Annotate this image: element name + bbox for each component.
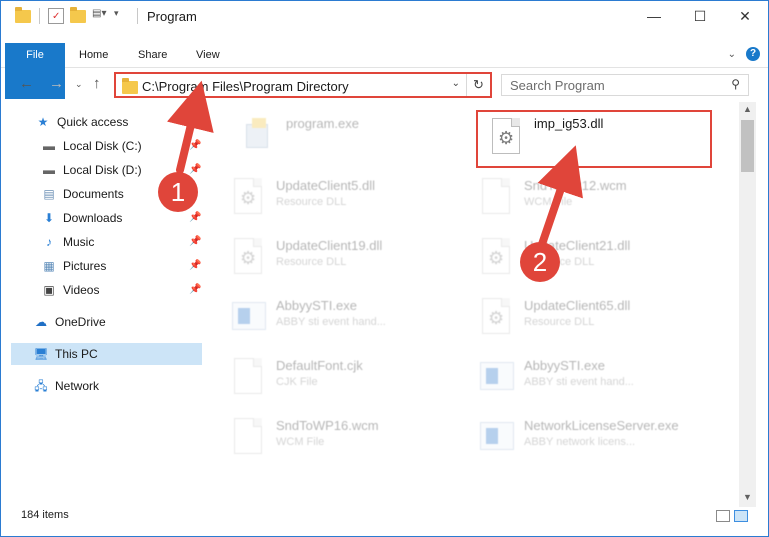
file-item-defaultfont-cjk[interactable]: DefaultFont.cjk CJK File: [216, 346, 456, 402]
folder-icon: [15, 6, 31, 23]
sidebar-item-onedrive[interactable]: ☁ OneDrive: [33, 311, 106, 333]
pin-icon[interactable]: 📌: [189, 135, 201, 157]
drive-icon: ▬: [43, 139, 55, 153]
sidebar-item-this-pc[interactable]: 🖥 This PC: [11, 343, 202, 365]
download-icon: ⬇: [43, 211, 55, 225]
pictures-icon: ▦: [43, 259, 55, 273]
large-icons-view-icon[interactable]: [734, 510, 748, 522]
application-icon: [478, 356, 514, 398]
file-icon: [230, 416, 266, 458]
sidebar-item-videos[interactable]: ▣ Videos 📌: [41, 279, 211, 301]
address-path: C:\Program Files\Program Directory: [142, 79, 349, 94]
address-bar[interactable]: C:\Program Files\Program Directory ⌄ ↻: [114, 72, 492, 98]
star-icon: ★: [37, 115, 49, 129]
documents-icon: ▤: [43, 187, 55, 201]
computer-icon: 🖥: [33, 347, 49, 361]
ribbon-tabs: File Home Share View ⌄ ?: [1, 43, 768, 99]
recent-locations-icon[interactable]: ⌄: [75, 79, 83, 90]
file-item-updateclient5-dll[interactable]: ⚙ UpdateClient5.dll Resource DLL: [216, 166, 456, 222]
new-folder-icon[interactable]: [70, 6, 86, 23]
gear-icon: ⚙: [488, 248, 505, 268]
folder-icon: [122, 78, 138, 94]
scroll-up-icon[interactable]: ▲: [739, 104, 756, 114]
navigation-pane: ★ Quick access ▬ Local Disk (C:) 📌 ▬ Loc…: [1, 107, 211, 507]
back-icon[interactable]: ←: [19, 75, 34, 92]
file-item-updateclient65-dll[interactable]: ⚙ UpdateClient65.dll Resource DLL: [464, 286, 704, 342]
scroll-thumb[interactable]: [741, 120, 754, 172]
sidebar-item-pictures[interactable]: ▦ Pictures 📌: [41, 255, 211, 277]
minimize-button[interactable]: —: [631, 1, 677, 31]
sidebar-item-local-disk-c[interactable]: ▬ Local Disk (C:) 📌: [41, 135, 211, 157]
cloud-icon: ☁: [35, 315, 47, 329]
file-item-sndtowp16-wcm[interactable]: SndToWP16.wcm WCM File: [216, 406, 456, 462]
search-icon[interactable]: ⚲: [731, 77, 740, 91]
window-title: Program: [147, 9, 197, 24]
videos-icon: ▣: [43, 283, 55, 297]
gear-icon: ⚙: [240, 188, 257, 208]
search-input[interactable]: [510, 77, 710, 93]
file-highlight-box: [476, 110, 712, 168]
pin-icon[interactable]: 📌: [189, 231, 201, 253]
status-bar: 184 items: [1, 506, 768, 528]
application-icon: [478, 416, 514, 458]
vertical-scrollbar[interactable]: ▲ ▼: [739, 102, 756, 507]
customize-icon[interactable]: ▤▾: [92, 8, 108, 24]
drive-icon: ▬: [43, 163, 55, 177]
file-item-abbyysti-exe[interactable]: AbbyySTI.exe ABBY sti event hand...: [216, 286, 456, 342]
pin-icon[interactable]: 📌: [189, 279, 201, 301]
tab-share[interactable]: Share: [126, 43, 179, 67]
dll-file-icon: ⚙: [478, 236, 514, 278]
pin-icon[interactable]: 📌: [189, 207, 201, 229]
sidebar-item-music[interactable]: ♪ Music 📌: [41, 231, 211, 253]
sidebar-item-quick-access[interactable]: ★ Quick access: [35, 111, 129, 133]
chevron-down-icon[interactable]: ▾: [114, 8, 130, 24]
music-icon: ♪: [46, 235, 52, 249]
forward-icon[interactable]: →: [49, 75, 64, 92]
file-item-updateclient19-dll[interactable]: ⚙ UpdateClient19.dll Resource DLL: [216, 226, 456, 282]
close-button[interactable]: ✕: [722, 1, 768, 31]
application-icon: [230, 296, 266, 338]
pin-icon[interactable]: 📌: [189, 255, 201, 277]
file-icon: [478, 176, 514, 218]
step-marker-2: 2: [520, 242, 560, 282]
dll-file-icon: ⚙: [230, 176, 266, 218]
navigation-bar: ← → ⌄ ↑ C:\Program Files\Program Directo…: [1, 69, 768, 101]
file-item-abbyysti-exe-2[interactable]: AbbyySTI.exe ABBY sti event hand...: [464, 346, 704, 402]
maximize-button[interactable]: ☐: [677, 1, 723, 31]
address-dropdown-icon[interactable]: ⌄: [452, 78, 460, 89]
expand-ribbon-icon[interactable]: ⌄: [728, 49, 736, 60]
step-marker-1: 1: [158, 172, 198, 212]
properties-icon[interactable]: ✓: [48, 8, 64, 24]
title-bar: ✓ ▤▾ ▾ Program — ☐ ✕: [1, 1, 768, 31]
help-icon[interactable]: ?: [746, 47, 760, 61]
file-item-sndtowp12-wcm[interactable]: SndToWP12.wcm WCM File: [464, 166, 704, 222]
sidebar-item-network[interactable]: 🖧 Network: [33, 375, 99, 397]
search-box[interactable]: ⚲: [501, 74, 749, 96]
dll-file-icon: ⚙: [478, 296, 514, 338]
refresh-icon[interactable]: ↻: [466, 74, 490, 96]
gear-icon: ⚙: [240, 248, 257, 268]
up-icon[interactable]: ↑: [93, 75, 101, 92]
quick-access-toolbar: ✓ ▤▾ ▾: [15, 6, 130, 24]
tab-home[interactable]: Home: [67, 43, 120, 67]
gear-icon: ⚙: [488, 308, 505, 328]
scroll-down-icon[interactable]: ▼: [739, 492, 756, 502]
file-icon: [230, 356, 266, 398]
network-icon: 🖧: [34, 379, 48, 393]
explorer-window: ✓ ▤▾ ▾ Program — ☐ ✕ File Home Share Vie…: [0, 0, 769, 537]
details-view-icon[interactable]: [716, 510, 730, 522]
sidebar-item-documents[interactable]: ▤ Documents: [41, 183, 123, 205]
file-item-networklicenseserver-exe[interactable]: NetworkLicenseServer.exe ABBY network li…: [464, 406, 704, 462]
tab-view[interactable]: View: [184, 43, 232, 67]
file-item-updateclient21-dll[interactable]: ⚙ UpdateClient21.dll Resource DLL: [464, 226, 704, 282]
application-icon: [240, 116, 276, 158]
file-item-program-exe[interactable]: program.exe: [226, 106, 466, 162]
dll-file-icon: ⚙: [230, 236, 266, 278]
item-count: 184 items: [21, 509, 69, 521]
